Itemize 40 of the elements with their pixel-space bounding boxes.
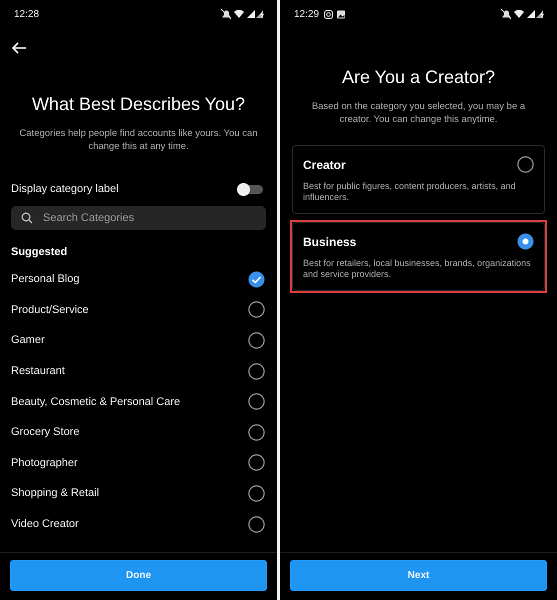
radio-button[interactable] — [248, 484, 265, 502]
section-heading: Suggested — [11, 246, 68, 258]
status-icons — [221, 9, 265, 19]
category-label: Beauty, Cosmetic & Personal Care — [11, 396, 180, 408]
radio-button[interactable] — [248, 332, 265, 349]
account-type-card[interactable]: Business Best for retailers, local businesses, brands, organizations and service providers. — [292, 222, 545, 291]
card-title: Creator — [303, 158, 346, 172]
category-label: Restaurant — [11, 365, 65, 378]
checked-radio-icon[interactable] — [248, 270, 265, 288]
status-time: 12:29 — [294, 8, 320, 20]
toggle-switch[interactable] — [239, 184, 263, 194]
radio-button[interactable] — [248, 301, 265, 318]
card-title: Business — [303, 234, 356, 248]
radio-button[interactable] — [248, 393, 265, 410]
search-field[interactable]: Search Categories — [11, 206, 266, 230]
screen-subtitle: Based on the category you selected, you may be a creator. You can change this anytime. — [310, 100, 526, 126]
status-time: 12:28 — [14, 8, 40, 20]
screen-title: What Best Describes You? — [30, 94, 246, 115]
category-label: Shopping & Retail — [11, 487, 100, 500]
radio-button[interactable] — [248, 362, 265, 380]
screen-subtitle: Categories help people find accounts like yours. You can change this at any time. — [18, 127, 259, 153]
account-type-card[interactable]: Creator Best for public figures, content producers, artists, and influencers. — [292, 145, 545, 214]
status-icons — [501, 9, 545, 19]
card-description: Best for public figures, content producers, artists, and influencers. — [303, 181, 517, 203]
card-description: Best for retailers, local businesses, brands, organizations and service providers. — [303, 258, 532, 280]
back-arrow-icon[interactable] — [11, 42, 27, 54]
category-label: Grocery Store — [11, 426, 80, 438]
screen-title: Are You a Creator? — [340, 67, 496, 88]
radio-button[interactable] — [248, 516, 265, 533]
notification-icons — [324, 10, 346, 18]
radio-button[interactable] — [248, 454, 265, 472]
radio-button[interactable] — [517, 156, 534, 173]
toggle-label: Display category label — [11, 183, 119, 195]
category-label: Video Creator — [11, 518, 79, 530]
category-label: Gamer — [11, 334, 45, 346]
radio-button[interactable] — [517, 233, 534, 250]
category-label: Photographer — [11, 456, 78, 469]
category-label: Personal Blog — [11, 273, 80, 286]
radio-button[interactable] — [248, 424, 265, 441]
category-label: Product/Service — [11, 304, 89, 316]
